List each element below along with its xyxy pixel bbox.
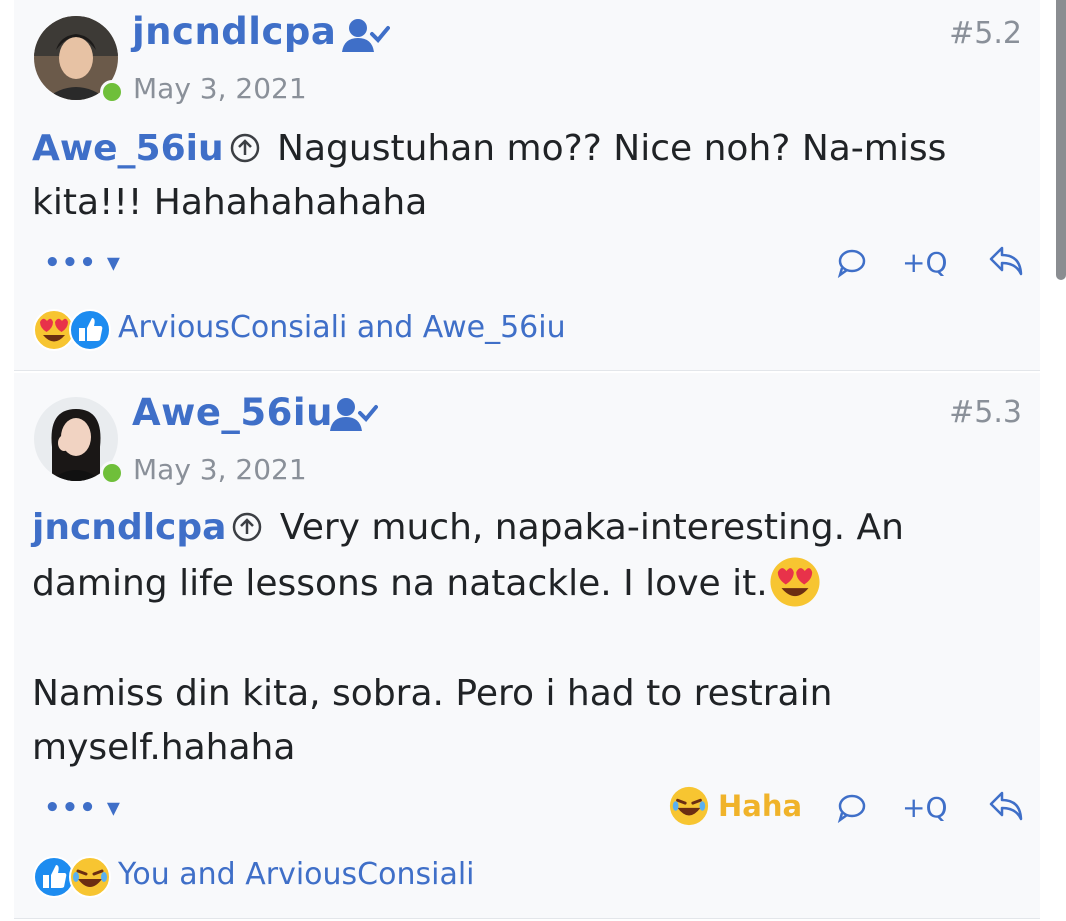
quote-button[interactable]: +Q <box>902 246 948 279</box>
post-number[interactable]: #5.2 <box>949 16 1022 51</box>
heart-eyes-emoji <box>770 557 820 607</box>
arrow-up-circle-icon[interactable] <box>230 133 260 163</box>
post-number[interactable]: #5.3 <box>949 395 1022 430</box>
online-indicator <box>100 461 124 485</box>
post-date[interactable]: May 3, 2021 <box>133 72 307 105</box>
username-link[interactable]: jncndlcpa <box>132 10 336 53</box>
mention-link[interactable]: Awe_56iu <box>32 128 224 169</box>
reactions-text[interactable]: ArviousConsiali and Awe_56iu <box>118 310 566 345</box>
post-date[interactable]: May 3, 2021 <box>133 453 307 486</box>
reply-icon[interactable] <box>988 244 1024 278</box>
comment-icon[interactable] <box>836 793 866 823</box>
my-reaction-label[interactable]: Haha <box>718 789 802 823</box>
reactions-bar[interactable]: You and ArviousConsiali <box>32 853 732 903</box>
arrow-up-circle-icon[interactable] <box>232 512 262 542</box>
thread-page: jncndlcpa May 3, 2021 #5.2 Awe_56iu Nagu… <box>0 0 1066 921</box>
more-options-button[interactable]: ••• ▾ <box>44 248 121 278</box>
more-options-button[interactable]: ••• ▾ <box>44 793 121 823</box>
like-icon <box>68 308 112 352</box>
mention-link[interactable]: jncndlcpa <box>32 507 226 548</box>
user-check-icon <box>330 397 378 433</box>
username-link[interactable]: Awe_56iu <box>132 391 333 434</box>
scrollbar[interactable] <box>1056 0 1066 280</box>
comment-icon[interactable] <box>836 248 866 278</box>
reactions-text[interactable]: You and ArviousConsiali <box>118 857 475 892</box>
post-body: Awe_56iu Nagustuhan mo?? Nice noh? Na-mi… <box>32 122 992 230</box>
post-text-paragraph: Namiss din kita, sobra. Pero i had to re… <box>32 673 833 768</box>
user-check-icon <box>342 18 390 54</box>
post: jncndlcpa May 3, 2021 #5.2 Awe_56iu Nagu… <box>14 0 1040 371</box>
reactions-bar[interactable]: ArviousConsiali and Awe_56iu <box>32 306 732 356</box>
laughing-emoji[interactable] <box>668 785 710 827</box>
online-indicator <box>100 80 124 104</box>
quote-button[interactable]: +Q <box>902 791 948 824</box>
post-body: jncndlcpa Very much, napaka-interesting.… <box>32 501 992 611</box>
post: Awe_56iu May 3, 2021 #5.3 jncndlcpa Very… <box>14 373 1040 919</box>
reply-icon[interactable] <box>988 789 1024 823</box>
laughing-emoji <box>68 855 112 899</box>
